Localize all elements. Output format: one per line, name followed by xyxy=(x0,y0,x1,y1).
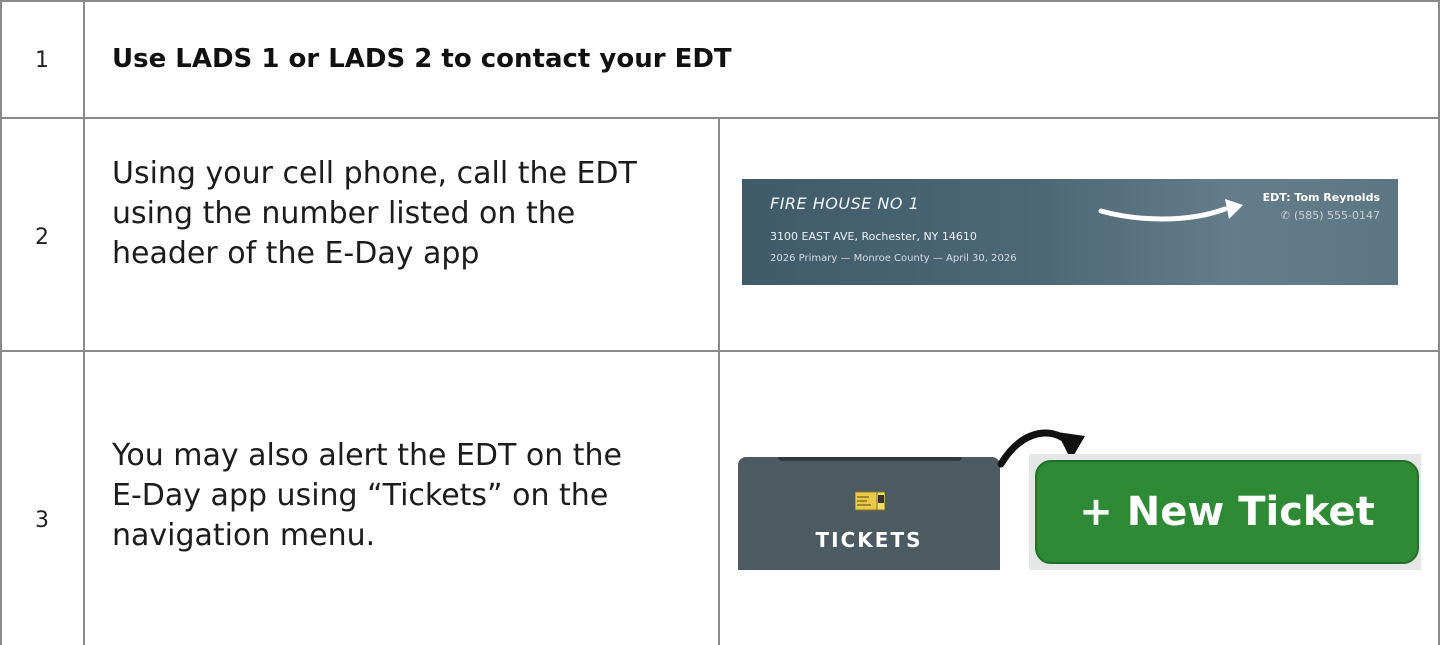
phone-icon: ✆ xyxy=(1280,209,1290,222)
nav-item-tickets[interactable]: TICKETS xyxy=(738,457,1000,570)
election-info: 2026 Primary — Monroe County — April 30,… xyxy=(770,253,1017,264)
edt-name: EDT: Tom Reynolds xyxy=(1262,191,1380,204)
new-ticket-screenshot: + New Ticket xyxy=(1029,454,1421,570)
tickets-label: TICKETS xyxy=(815,528,923,552)
column-divider-image xyxy=(718,117,720,645)
step-text-line: You may also alert the EDT on the xyxy=(112,438,623,473)
step-instruction: Using your cell phone, call the EDT usin… xyxy=(112,154,637,274)
eday-header-banner: FIRE HOUSE NO 1 3100 EAST AVE, Rochester… xyxy=(742,179,1398,285)
row-number: 2 xyxy=(35,225,49,250)
table-border-left xyxy=(0,0,2,645)
new-ticket-button[interactable]: + New Ticket xyxy=(1035,460,1419,564)
edt-phone-number[interactable]: (585) 555-0147 xyxy=(1294,209,1380,222)
polling-address: 3100 EAST AVE, Rochester, NY 14610 xyxy=(770,230,977,243)
step-text-line: navigation menu. xyxy=(112,518,376,553)
step-text-line: header of the E-Day app xyxy=(112,236,480,271)
step-text-line: using the number listed on the xyxy=(112,196,576,231)
tab-edge xyxy=(778,457,962,461)
step-text-line: Using your cell phone, call the EDT xyxy=(112,156,637,191)
row-number: 3 xyxy=(35,508,49,533)
ticket-icon xyxy=(855,491,885,511)
table-border-top xyxy=(0,0,1440,2)
column-divider-number xyxy=(83,0,85,645)
step-instruction: You may also alert the EDT on the E-Day … xyxy=(112,436,622,556)
row-divider-2 xyxy=(0,350,1440,352)
row-divider-1 xyxy=(0,117,1440,119)
polling-location: FIRE HOUSE NO 1 xyxy=(770,194,920,213)
edt-phone: ✆ (585) 555-0147 xyxy=(1281,209,1380,222)
pointer-arrow-icon xyxy=(1098,199,1243,222)
step-instruction: Use LADS 1 or LADS 2 to contact your EDT xyxy=(112,44,732,74)
row-number: 1 xyxy=(35,48,49,73)
step-text-line: E-Day app using “Tickets” on the xyxy=(112,478,609,513)
